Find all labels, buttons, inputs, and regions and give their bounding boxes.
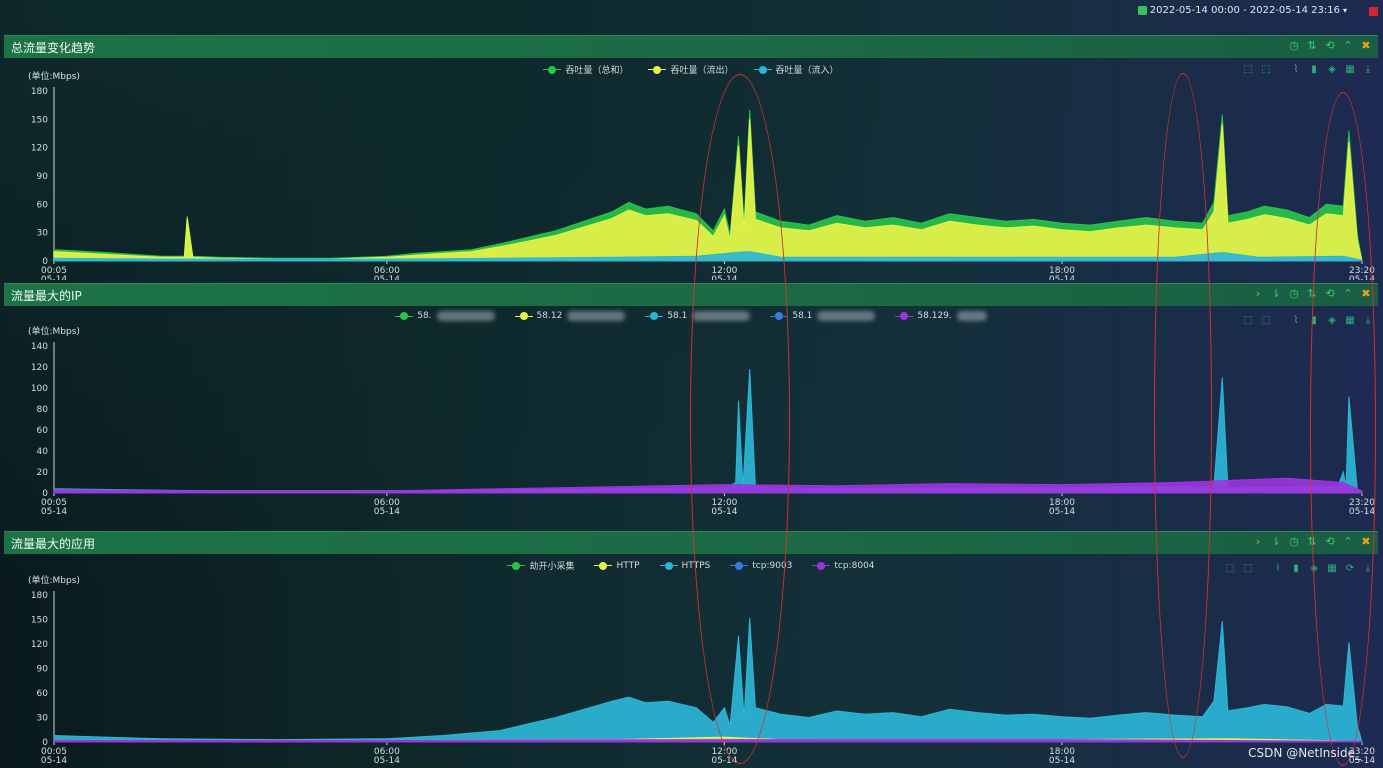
- top-bar: 2022-05-14 00:00 - 2022-05-14 23:16 ▾: [0, 0, 1383, 30]
- panel-total-traffic: 总流量变化趋势 ◷ ⇅ ⟲ ⌃ ✖ 吞吐量（总和） 吞吐量（流出） 吞吐量（流入…: [4, 35, 1378, 280]
- y-tick-label: 60: [37, 200, 49, 210]
- y-tick-label: 90: [37, 172, 49, 182]
- y-tick-label: 120: [31, 640, 48, 650]
- clock-icon[interactable]: ◷: [1288, 287, 1300, 301]
- chart-svg: 030609012015018000:0505-1406:0005-1412:0…: [31, 87, 1375, 280]
- panel-title: 总流量变化趋势: [11, 41, 96, 55]
- x-tick-date-label: 05-14: [1349, 275, 1375, 280]
- y-tick-label: 100: [31, 384, 48, 394]
- x-tick-date-label: 05-14: [41, 756, 67, 766]
- x-tick-date-label: 05-14: [41, 275, 67, 280]
- dashboard-page: 2022-05-14 00:00 - 2022-05-14 23:16 ▾ 总流…: [0, 0, 1383, 768]
- refresh-icon[interactable]: ⟲: [1324, 39, 1336, 53]
- x-tick-date-label: 05-14: [1349, 507, 1375, 517]
- y-tick-label: 60: [37, 689, 49, 699]
- series-area: [53, 477, 1363, 494]
- y-tick-label: 40: [37, 447, 49, 457]
- panel-header: 流量最大的IP › ⇂ ◷ ⇅ ⟲ ⌃ ✖: [4, 283, 1378, 306]
- x-tick-date-label: 05-14: [711, 507, 737, 517]
- chart-area: 吞吐量（总和） 吞吐量（流出） 吞吐量（流入） ⬚ ⬚ ⌇ ▮ ◈ ▦ ⤓ (单…: [4, 58, 1378, 280]
- watermark: CSDN @NetInside_: [1248, 746, 1361, 760]
- filter-icon[interactable]: ⇂: [1270, 535, 1282, 549]
- stop-icon[interactable]: [1369, 7, 1378, 16]
- y-tick-label: 80: [37, 405, 49, 415]
- x-tick-date-label: 05-14: [1049, 275, 1075, 280]
- panel-header-actions: ◷ ⇅ ⟲ ⌃ ✖: [1288, 39, 1372, 53]
- panel-top-apps: 流量最大的应用 › ⇂ ◷ ⇅ ⟲ ⌃ ✖ 劫开小采集 HTTP HTTPS t…: [4, 531, 1378, 768]
- y-tick-label: 90: [37, 665, 49, 675]
- y-tick-label: 30: [37, 229, 49, 239]
- chevron-right-icon[interactable]: ›: [1252, 287, 1264, 301]
- chart-area: 58. 58.12 58.1 58.1 58.129. ⬚ ⬚ ⌇ ▮ ◈ ▦ …: [4, 306, 1378, 530]
- y-tick-label: 120: [31, 144, 48, 154]
- panel-header-actions: › ⇂ ◷ ⇅ ⟲ ⌃ ✖: [1252, 287, 1372, 301]
- y-tick-label: 150: [31, 115, 48, 125]
- filter-icon[interactable]: ⇂: [1270, 287, 1282, 301]
- collapse-icon[interactable]: ⌃: [1342, 535, 1354, 549]
- panel-header: 总流量变化趋势 ◷ ⇅ ⟲ ⌃ ✖: [4, 35, 1378, 58]
- refresh-icon[interactable]: ⟲: [1324, 535, 1336, 549]
- sort-icon[interactable]: ⇅: [1306, 39, 1318, 53]
- chart-area: 劫开小采集 HTTP HTTPS tcp:9003 tcp:8004 ⬚ ⬚ ⌇…: [4, 554, 1378, 768]
- clock-icon[interactable]: ◷: [1288, 39, 1300, 53]
- x-tick-date-label: 05-14: [711, 756, 737, 766]
- sort-icon[interactable]: ⇅: [1306, 535, 1318, 549]
- series-area: [53, 739, 1363, 743]
- panel-header: 流量最大的应用 › ⇂ ◷ ⇅ ⟲ ⌃ ✖: [4, 531, 1378, 554]
- panel-title: 流量最大的应用: [11, 537, 96, 551]
- collapse-icon[interactable]: ⌃: [1342, 39, 1354, 53]
- x-tick-date-label: 05-14: [41, 507, 67, 517]
- panel-top-ip: 流量最大的IP › ⇂ ◷ ⇅ ⟲ ⌃ ✖ 58. 58.12 58.1 58.…: [4, 283, 1378, 530]
- close-icon[interactable]: ✖: [1360, 39, 1372, 53]
- y-tick-label: 60: [37, 426, 49, 436]
- series-area: [53, 617, 1363, 743]
- chevron-down-icon: ▾: [1342, 6, 1347, 15]
- sort-icon[interactable]: ⇅: [1306, 287, 1318, 301]
- panel-header-actions: › ⇂ ◷ ⇅ ⟲ ⌃ ✖: [1252, 535, 1372, 549]
- collapse-icon[interactable]: ⌃: [1342, 287, 1354, 301]
- y-tick-label: 150: [31, 616, 48, 626]
- close-icon[interactable]: ✖: [1360, 287, 1372, 301]
- x-tick-date-label: 05-14: [1049, 756, 1075, 766]
- chart-svg: 030609012015018000:0505-1406:0005-1412:0…: [31, 591, 1375, 766]
- series-area: [53, 119, 1363, 262]
- calendar-icon: [1137, 6, 1147, 15]
- y-tick-label: 30: [37, 714, 49, 724]
- y-tick-label: 180: [31, 87, 48, 97]
- y-tick-label: 120: [31, 363, 48, 373]
- x-tick-date-label: 05-14: [711, 275, 737, 280]
- x-tick-date-label: 05-14: [374, 507, 400, 517]
- chevron-right-icon[interactable]: ›: [1252, 535, 1264, 549]
- y-tick-label: 140: [31, 342, 48, 352]
- x-tick-date-label: 05-14: [374, 756, 400, 766]
- date-range-picker[interactable]: 2022-05-14 00:00 - 2022-05-14 23:16 ▾: [1137, 5, 1347, 16]
- clock-icon[interactable]: ◷: [1288, 535, 1300, 549]
- panel-title: 流量最大的IP: [11, 289, 82, 303]
- date-range-text: 2022-05-14 00:00 - 2022-05-14 23:16: [1149, 5, 1340, 16]
- chart-svg: 02040608010012014000:0505-1406:0005-1412…: [31, 342, 1375, 517]
- series-area: [53, 369, 1363, 494]
- y-tick-label: 180: [31, 591, 48, 601]
- x-tick-date-label: 05-14: [1049, 507, 1075, 517]
- close-icon[interactable]: ✖: [1360, 535, 1372, 549]
- x-tick-date-label: 05-14: [374, 275, 400, 280]
- refresh-icon[interactable]: ⟲: [1324, 287, 1336, 301]
- y-tick-label: 20: [37, 468, 49, 478]
